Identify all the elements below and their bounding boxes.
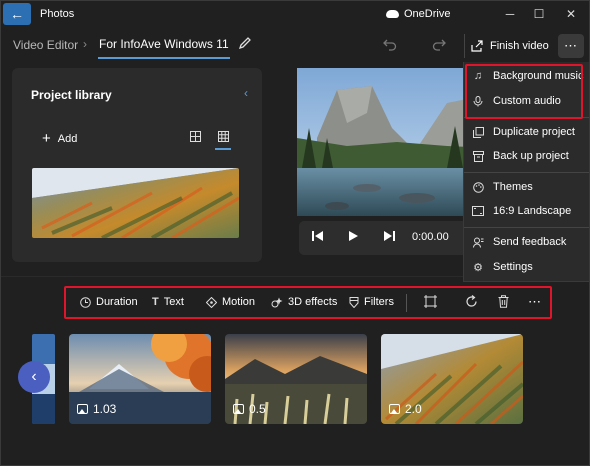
palette-icon bbox=[472, 181, 484, 193]
crop-icon[interactable] bbox=[424, 295, 437, 308]
onedrive-label: OneDrive bbox=[404, 8, 451, 20]
duplicate-icon bbox=[472, 126, 484, 138]
menu-item-label: Send feedback bbox=[493, 236, 567, 248]
undo-icon[interactable] bbox=[381, 35, 399, 53]
archive-icon bbox=[472, 150, 484, 162]
title-bar: ← Photos OneDrive ─ ☐ ✕ bbox=[1, 1, 589, 29]
filters-button[interactable]: Filters bbox=[349, 296, 394, 308]
menu-item-send-feedback[interactable]: Send feedback bbox=[464, 230, 589, 254]
delete-trash-icon[interactable] bbox=[498, 295, 509, 308]
duration-button[interactable]: Duration bbox=[80, 296, 138, 308]
menu-item-themes[interactable]: Themes bbox=[464, 175, 589, 199]
skip-forward-icon[interactable] bbox=[383, 230, 395, 245]
menu-item-back-up-project[interactable]: Back up project bbox=[464, 144, 589, 168]
motion-icon bbox=[206, 296, 217, 308]
filter-icon bbox=[349, 296, 359, 308]
storyboard-timeline: ‹ 1.03 0.5 2.0 bbox=[1, 323, 589, 465]
feedback-icon bbox=[472, 237, 484, 248]
maximize-button[interactable]: ☐ bbox=[525, 4, 553, 24]
clip-duration-text: 1.03 bbox=[93, 402, 117, 416]
aspect-ratio-icon bbox=[472, 206, 484, 216]
small-grid-view-icon[interactable] bbox=[216, 129, 230, 143]
back-arrow-icon[interactable]: ← bbox=[3, 3, 31, 25]
library-media-thumbnail[interactable] bbox=[32, 168, 239, 238]
large-grid-view-icon[interactable] bbox=[188, 129, 202, 143]
plus-icon: + bbox=[42, 130, 51, 147]
toolbar-more-button[interactable]: ⋯ bbox=[528, 294, 542, 310]
clock-icon bbox=[80, 296, 91, 308]
3d-effects-label: 3D effects bbox=[288, 296, 338, 308]
more-options-button[interactable]: ⋯ bbox=[558, 34, 584, 58]
redo-icon[interactable] bbox=[430, 35, 448, 53]
menu-item-duplicate-project[interactable]: Duplicate project bbox=[464, 120, 589, 144]
project-library-panel: Project library ‹ + Add bbox=[12, 68, 262, 262]
text-button[interactable]: T Text bbox=[152, 296, 184, 308]
menu-item-label: Back up project bbox=[493, 150, 569, 162]
motion-button[interactable]: Motion bbox=[206, 296, 255, 308]
timeline-clip[interactable]: 1.03 bbox=[69, 334, 211, 424]
close-button[interactable]: ✕ bbox=[557, 4, 585, 24]
audio-options-highlight bbox=[465, 64, 583, 119]
image-icon bbox=[389, 404, 400, 414]
menu-divider bbox=[464, 172, 589, 173]
finish-video-button[interactable]: Finish video bbox=[471, 35, 549, 57]
project-library-title: Project library bbox=[31, 88, 112, 102]
filters-label: Filters bbox=[364, 296, 394, 308]
clip-duration-text: 2.0 bbox=[405, 402, 422, 416]
timeline-clip[interactable]: 0.5 bbox=[225, 334, 367, 424]
active-view-indicator bbox=[215, 148, 231, 150]
toolbar-divider bbox=[406, 294, 407, 312]
playback-controls: 0:00.00 bbox=[299, 221, 469, 255]
panel-separator bbox=[1, 276, 463, 277]
text-icon: T bbox=[152, 296, 159, 308]
motion-label: Motion bbox=[222, 296, 256, 308]
text-label: Text bbox=[163, 296, 184, 308]
duration-label: Duration bbox=[96, 296, 138, 308]
breadcrumb-video-editor[interactable]: Video Editor bbox=[13, 38, 78, 52]
rotate-icon[interactable] bbox=[465, 295, 478, 308]
share-export-icon bbox=[471, 40, 483, 52]
playback-time: 0:00.00 bbox=[412, 231, 449, 243]
image-icon bbox=[233, 404, 244, 414]
sparkle-icon bbox=[271, 297, 283, 307]
skip-back-icon[interactable] bbox=[312, 230, 324, 245]
minimize-button[interactable]: ─ bbox=[496, 4, 524, 24]
gear-icon: ⚙ bbox=[473, 261, 483, 274]
onedrive-status[interactable]: OneDrive bbox=[386, 8, 450, 20]
menu-item-label: Duplicate project bbox=[493, 126, 575, 138]
header-divider bbox=[464, 34, 465, 58]
menu-item-aspect-ratio[interactable]: 16:9 Landscape bbox=[464, 199, 589, 223]
menu-divider bbox=[464, 227, 589, 228]
add-label: Add bbox=[57, 132, 78, 145]
cloud-icon bbox=[386, 10, 399, 18]
app-title: Photos bbox=[40, 8, 75, 20]
3d-effects-button[interactable]: 3D effects bbox=[271, 296, 337, 308]
clip-duration: 1.03 bbox=[77, 402, 116, 416]
clip-duration: 2.0 bbox=[389, 402, 422, 416]
menu-item-label: 16:9 Landscape bbox=[493, 205, 572, 217]
clip-duration: 0.5 bbox=[233, 402, 266, 416]
photos-window: ← Photos OneDrive ─ ☐ ✕ Video Editor › F… bbox=[0, 0, 590, 466]
play-icon[interactable] bbox=[347, 230, 359, 245]
collapse-chevron-icon[interactable]: ‹ bbox=[244, 86, 248, 100]
edit-toolbar: Duration T Text Motion 3D effects Filter… bbox=[64, 286, 552, 319]
clip-duration-text: 0.5 bbox=[249, 402, 266, 416]
menu-item-label: Themes bbox=[493, 181, 533, 193]
image-icon bbox=[77, 404, 88, 414]
rename-pencil-icon[interactable] bbox=[237, 35, 253, 51]
menu-item-settings[interactable]: ⚙ Settings bbox=[464, 255, 589, 279]
breadcrumb-separator: › bbox=[83, 37, 87, 51]
editor-header: Video Editor › For InfoAve Windows 11 Fi… bbox=[1, 29, 589, 63]
timeline-clip[interactable]: 2.0 bbox=[381, 334, 523, 424]
menu-item-label: Settings bbox=[493, 261, 533, 273]
add-media-button[interactable]: + Add bbox=[42, 130, 77, 147]
project-name[interactable]: For InfoAve Windows 11 bbox=[98, 34, 230, 59]
finish-video-label: Finish video bbox=[490, 40, 549, 52]
scroll-left-button[interactable]: ‹ bbox=[18, 361, 50, 393]
